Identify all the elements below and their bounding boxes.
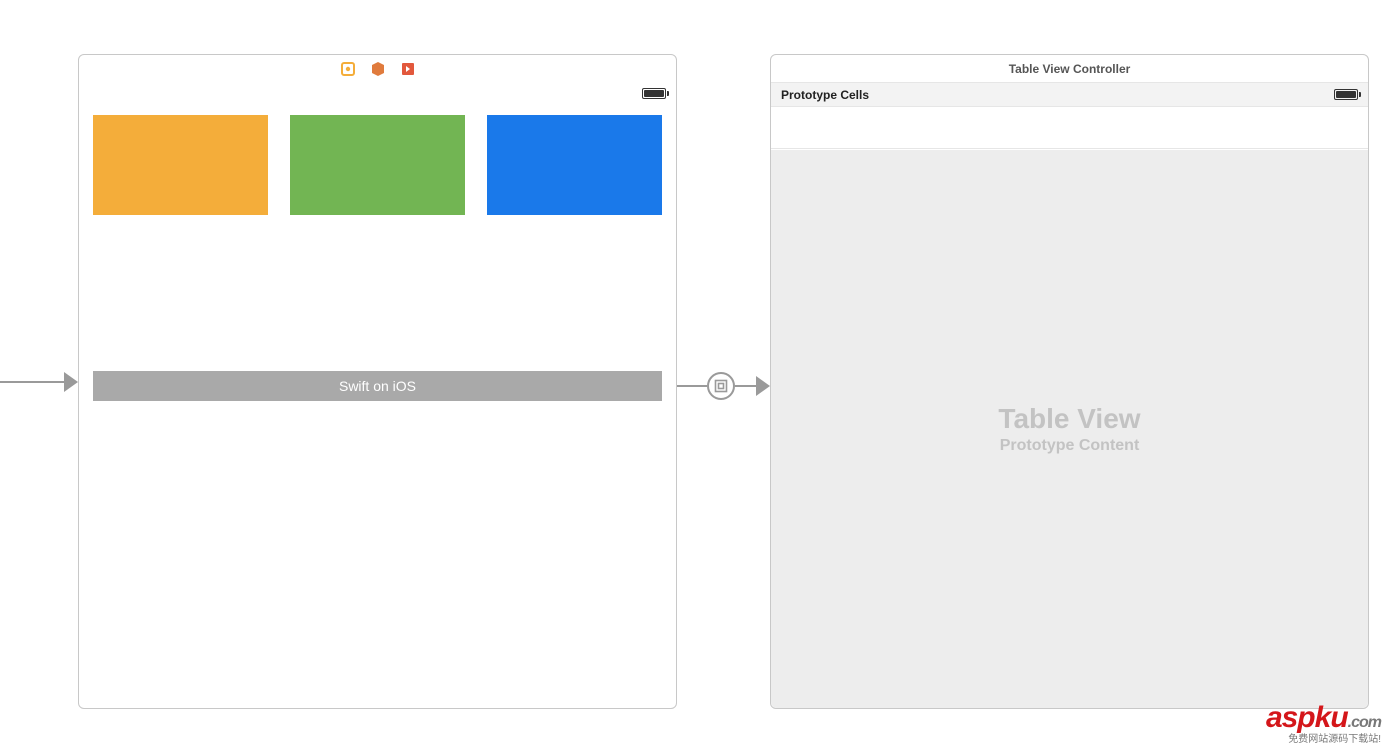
orange-view[interactable] [93,115,268,215]
battery-icon [642,88,666,99]
swift-on-ios-button[interactable]: Swift on iOS [93,371,662,401]
tableview-placeholder-title: Table View [998,403,1140,435]
prototype-cell[interactable] [771,107,1368,149]
scene-title-label: Table View Controller [1009,62,1131,76]
watermark-brand: aspku.com [1266,703,1381,733]
table-view-controller-scene[interactable]: Table View Controller Prototype Cells Ta… [770,54,1369,709]
arrow-line [0,381,64,383]
exit-icon [400,61,416,77]
blue-view[interactable] [487,115,662,215]
watermark-brand-red: aspku [1266,701,1348,734]
arrow-head-icon [64,372,78,392]
tableview-placeholder-subtitle: Prototype Content [1000,437,1140,455]
scene-title: Table View Controller [771,55,1368,83]
battery-icon [1334,89,1358,100]
arrow-line [735,385,756,387]
color-blocks-row [79,103,676,215]
segue-show-icon [707,372,735,400]
storyboard-canvas[interactable]: Swift on iOS Table View Controller Proto… [0,0,1387,749]
prototype-cells-label: Prototype Cells [781,88,869,102]
initial-vc-arrow [0,372,78,392]
vc-icon [340,61,356,77]
prototype-cells-header: Prototype Cells [771,83,1368,107]
status-bar [79,83,676,103]
green-view[interactable] [290,115,465,215]
first-responder-icon [370,61,386,77]
watermark: aspku.com 免费网站源码下载站! [1266,703,1381,745]
watermark-brand-suffix: .com [1348,714,1381,731]
arrow-head-icon [756,376,770,396]
segue-arrow[interactable] [677,372,770,400]
table-view-body[interactable]: Table View Prototype Content [771,150,1368,708]
watermark-tagline: 免费网站源码下载站! [1266,735,1381,745]
view-controller-scene[interactable]: Swift on iOS [78,54,677,709]
arrow-line [677,385,707,387]
scene-header [79,55,676,83]
button-label: Swift on iOS [339,378,416,394]
